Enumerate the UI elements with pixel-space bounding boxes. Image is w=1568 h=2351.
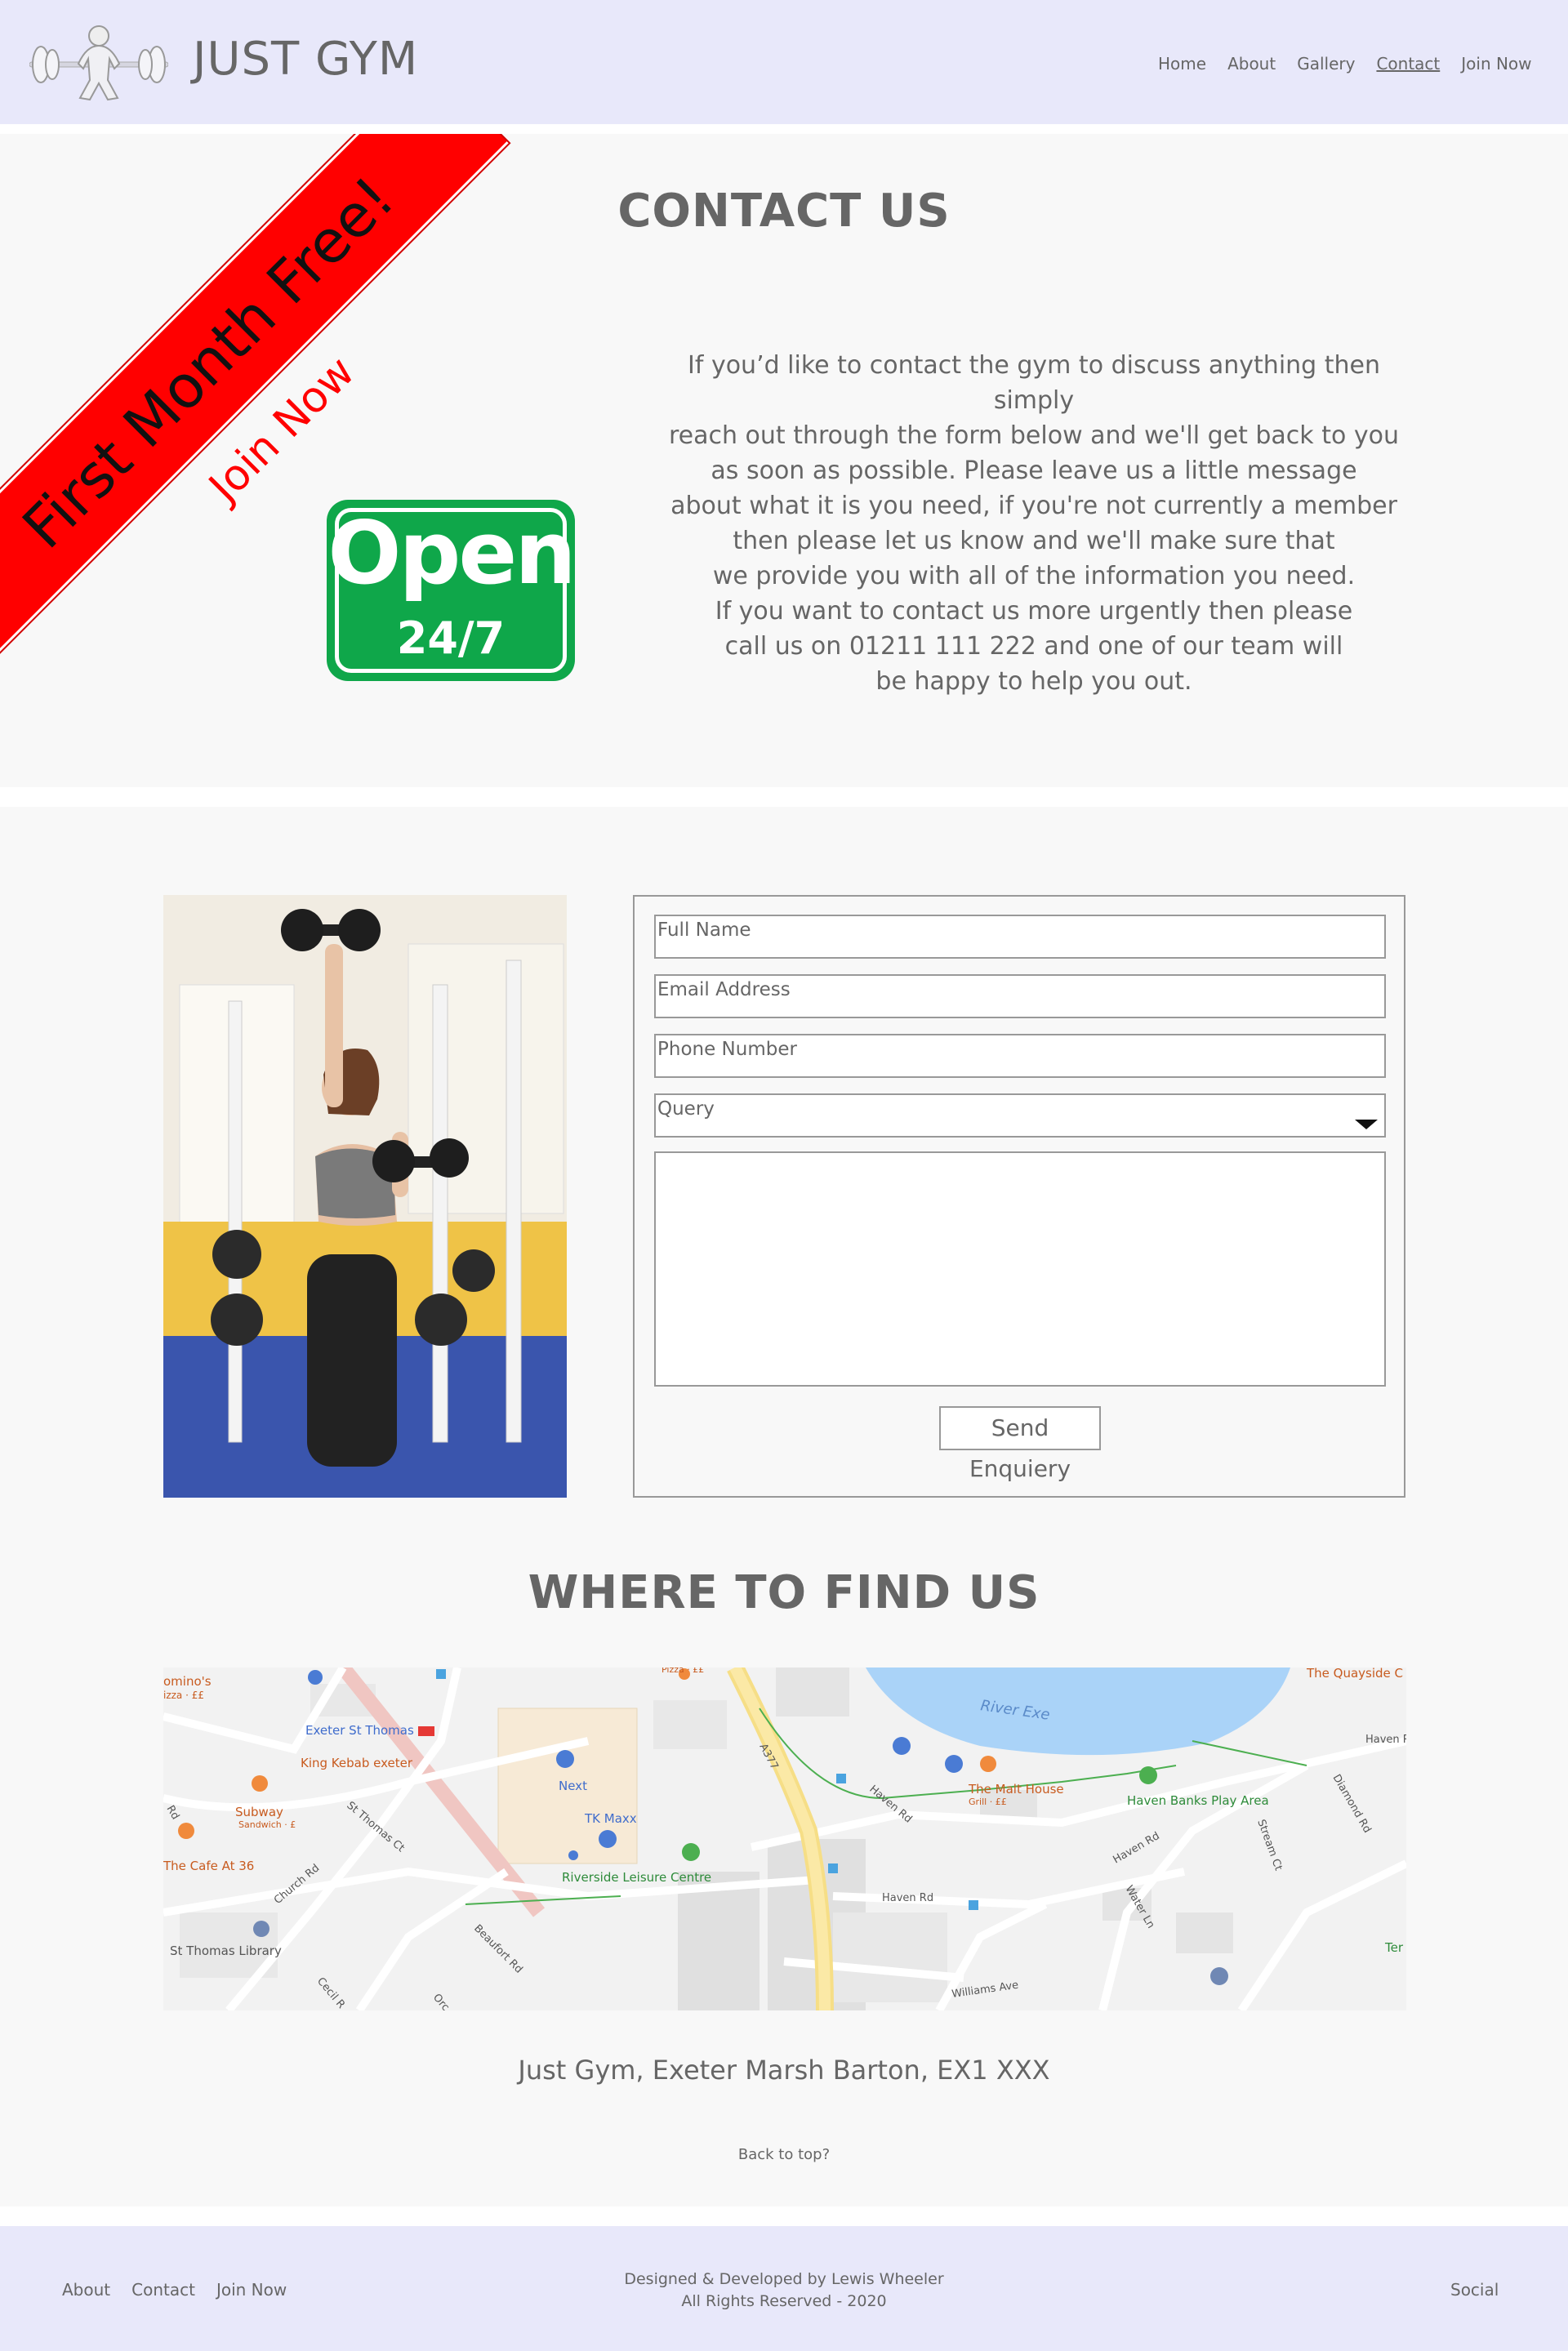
map-label: Haven R xyxy=(1365,1734,1406,1746)
intro-line: If you’d like to contact the gym to disc… xyxy=(688,351,1380,415)
footer-credit: Designed & Developed by Lewis Wheeler Al… xyxy=(0,2269,1568,2313)
copyright-line: All Rights Reserved - 2020 xyxy=(681,2292,887,2310)
map-label: Sandwich · £ xyxy=(238,1819,296,1830)
open-sign-hours: 24/7 xyxy=(396,612,506,664)
map-label: Haven Rd xyxy=(882,1892,933,1904)
intro-line: then please let us know and we'll make s… xyxy=(733,527,1335,555)
full-name-field[interactable]: Full Name xyxy=(654,915,1386,959)
contact-intro-section: First Month Free! Join Now Open 24/7 CON… xyxy=(0,134,1568,787)
map-label: omino's xyxy=(163,1674,212,1689)
brand-name[interactable]: JUST GYM xyxy=(193,33,418,86)
message-textarea[interactable] xyxy=(654,1151,1386,1387)
dropdown-caret-icon[interactable] xyxy=(1355,1120,1378,1129)
intro-line: about what it is you need, if you're not… xyxy=(670,492,1397,520)
map-label: King Kebab exeter xyxy=(301,1756,413,1770)
query-select[interactable]: Query xyxy=(654,1093,1386,1138)
map-label: Pizza · ££ xyxy=(662,1668,704,1675)
nav-contact[interactable]: Contact xyxy=(1376,54,1440,73)
map-label: Grill · ££ xyxy=(969,1797,1007,1807)
site-header: JUST GYM Home About Gallery Contact Join… xyxy=(0,0,1568,124)
open-sign-word: Open xyxy=(327,503,576,603)
map-label: The Cafe At 36 xyxy=(163,1859,254,1873)
credit-line: Designed & Developed by Lewis Wheeler xyxy=(624,2270,944,2288)
map-label: TK Maxx xyxy=(584,1811,637,1826)
map-label: Subway xyxy=(235,1805,283,1819)
nav-gallery[interactable]: Gallery xyxy=(1297,54,1355,73)
contact-form: Full Name Email Address Phone Number Que… xyxy=(633,895,1405,1498)
nav-about[interactable]: About xyxy=(1227,54,1276,73)
phone-placeholder: Phone Number xyxy=(657,1039,797,1060)
intro-line: If you want to contact us more urgently … xyxy=(715,597,1353,626)
map-label: Ter xyxy=(1384,1940,1404,1955)
intro-line: we provide you with all of the informati… xyxy=(712,562,1356,590)
phone-field[interactable]: Phone Number xyxy=(654,1034,1386,1078)
map-label: Haven Banks Play Area xyxy=(1127,1793,1269,1808)
map-label: Riverside Leisure Centre xyxy=(562,1870,711,1885)
map-label: The Malt House xyxy=(968,1782,1064,1797)
open-24-7-sign: Open 24/7 xyxy=(327,500,577,681)
photo-illustration xyxy=(163,895,567,1498)
back-to-top-link[interactable]: Back to top? xyxy=(0,2146,1568,2163)
gym-address: Just Gym, Exeter Marsh Barton, EX1 XXX xyxy=(518,2055,1050,2086)
main-nav: Home About Gallery Contact Join Now xyxy=(1158,54,1553,73)
find-us-heading: WHERE TO FIND US xyxy=(528,1566,1040,1619)
location-map[interactable]: omino's izza · ££ King Kebab exeter Subw… xyxy=(163,1668,1406,2010)
gym-woman-photo xyxy=(163,895,567,1498)
full-name-placeholder: Full Name xyxy=(657,919,751,941)
map-label: Exeter St Thomas xyxy=(305,1723,414,1738)
map-label: St Thomas Library xyxy=(170,1944,282,1958)
intro-line: reach out through the form below and we'… xyxy=(669,421,1399,450)
site-footer: About Contact Join Now Designed & Develo… xyxy=(0,2226,1568,2351)
map-label: The Quayside C xyxy=(1306,1668,1403,1681)
map-canvas[interactable]: omino's izza · ££ King Kebab exeter Subw… xyxy=(163,1668,1406,2010)
nav-home[interactable]: Home xyxy=(1158,54,1206,73)
contact-intro-text: If you’d like to contact the gym to disc… xyxy=(662,348,1406,699)
email-placeholder: Email Address xyxy=(657,979,791,1000)
intro-line: be happy to help you out. xyxy=(875,667,1192,696)
query-selected-value: Query xyxy=(657,1098,715,1120)
map-label: Next xyxy=(559,1779,587,1793)
send-enquiry-button[interactable]: Send Enquiery xyxy=(939,1406,1101,1482)
email-field[interactable]: Email Address xyxy=(654,974,1386,1018)
weightlifter-logo-icon[interactable] xyxy=(29,23,168,105)
map-label: izza · ££ xyxy=(163,1690,204,1701)
intro-line: as soon as possible. Please leave us a l… xyxy=(710,456,1357,485)
contact-heading: CONTACT US xyxy=(617,185,951,238)
nav-join-now[interactable]: Join Now xyxy=(1461,54,1531,73)
contact-form-section: Full Name Email Address Phone Number Que… xyxy=(0,807,1568,2206)
social-link[interactable]: Social xyxy=(1450,2280,1499,2300)
intro-line: call us on 01211 111 222 and one of our … xyxy=(724,632,1343,661)
